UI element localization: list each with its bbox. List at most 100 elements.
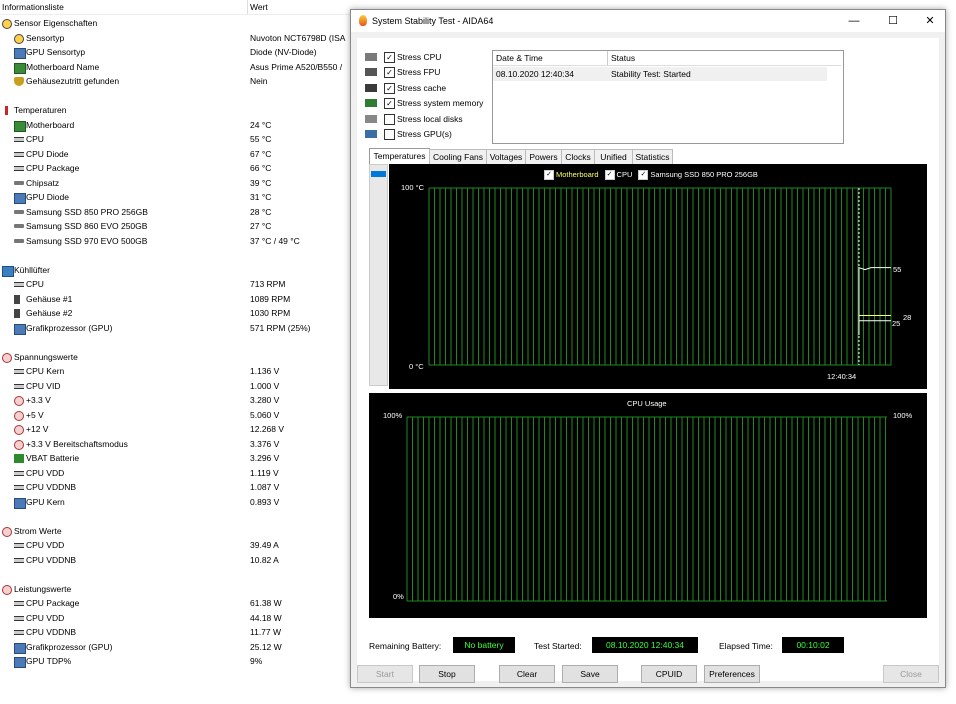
sensor-row[interactable]: GPU Kern 0.893 V [0,495,360,510]
title-bar[interactable]: System Stability Test - AIDA64 — ☐ ✕ [351,10,945,32]
stress-checkbox[interactable]: ✓ [384,67,395,79]
cpu-icon [14,557,24,563]
cpu-icon [14,615,24,621]
sensor-row[interactable]: CPU 713 RPM [0,277,360,292]
sensor-row[interactable]: VBAT Batterie 3.296 V [0,451,360,466]
status-cell-status[interactable]: Stability Test: Started [608,67,827,81]
sensor-label: GPU Sensortyp [26,47,86,57]
sensor-group-header[interactable]: Strom Werte [0,524,360,539]
sensor-label: +12 V [26,424,49,434]
tab-powers[interactable]: Powers [525,149,562,164]
sensor-row[interactable]: CPU Kern 1.136 V [0,364,360,379]
fpu-icon [365,68,377,77]
gpu-icon [14,497,26,509]
sensor-label: Sensortyp [26,32,65,43]
graph-selector-strip[interactable] [369,164,388,386]
sensor-row[interactable]: GPU Diode 31 °C [0,190,360,205]
sensor-row[interactable]: Grafikprozessor (GPU) 571 RPM (25%) [0,321,360,336]
sensor-row[interactable]: CPU Package 66 °C [0,161,360,176]
tab-unified[interactable]: Unified [594,149,633,164]
sensor-row[interactable]: +12 V 12.268 V [0,422,360,437]
sensor-value: 5.060 V [250,409,280,420]
sensor-row[interactable]: CPU Package 61.38 W [0,596,360,611]
stop-button[interactable]: Stop [419,665,475,683]
sensor-group-header[interactable]: Sensor Eigenschaften [0,16,360,31]
tab-cooling-fans[interactable]: Cooling Fans [429,149,487,164]
sensor-row[interactable]: Grafikprozessor (GPU) 25.12 W [0,640,360,655]
stress-checkbox[interactable]: ✓ [384,98,395,110]
sensor-row[interactable]: CPU VDD 44.18 W [0,611,360,626]
sensor-label: CPU Package [26,163,80,173]
tab-clocks[interactable]: Clocks [561,149,595,164]
tab-voltages[interactable]: Voltages [486,149,526,164]
stress-checkbox[interactable]: ✓ [384,82,395,94]
sensor-row[interactable]: Chipsatz 39 °C [0,176,360,191]
sensor-group-header[interactable]: Temperaturen [0,103,360,118]
status-table[interactable]: Date & Time Status 08.10.2020 12:40:34 S… [492,50,844,144]
graph-selector-highlight [371,171,386,177]
gpu-icon [14,323,26,335]
sensor-row[interactable]: GPU TDP% 9% [0,654,360,669]
sensor-row[interactable]: +5 V 5.060 V [0,408,360,423]
sensor-row[interactable]: CPU VDD 1.119 V [0,466,360,481]
sensor-row[interactable]: CPU VID 1.000 V [0,379,360,394]
sensor-row[interactable]: Gehäusezutritt gefunden Nein [0,74,360,89]
cpuid-button[interactable]: CPUID [641,665,697,683]
chipset-icon [14,180,24,185]
cpu-usage-title: CPU Usage [627,399,667,408]
status-cell-datetime[interactable]: 08.10.2020 12:40:34 [493,67,608,81]
preferences-button[interactable]: Preferences [704,665,760,683]
stress-checkbox[interactable] [384,113,395,125]
sensor-row[interactable]: Gehäuse #2 1030 RPM [0,306,360,321]
close-button[interactable]: Close [883,665,939,683]
sensor-row[interactable]: Samsung SSD 850 PRO 256GB 28 °C [0,205,360,220]
stress-option-label: Stress GPU(s) [397,129,452,139]
tab-temperatures[interactable]: Temperatures [369,148,430,165]
sensor-row[interactable]: Motherboard 24 °C [0,118,360,133]
start-button[interactable]: Start [357,665,413,683]
sensor-row[interactable]: CPU VDDNB 11.77 W [0,625,360,640]
sensor-row[interactable]: CPU Diode 67 °C [0,147,360,162]
stress-checkbox[interactable]: ✓ [384,52,395,63]
sensor-row[interactable]: Sensortyp Nuvoton NCT6798D (ISA [0,31,360,46]
status-header-datetime[interactable]: Date & Time [493,51,608,66]
clear-button[interactable]: Clear [499,665,555,683]
sensor-row[interactable]: +3.3 V Bereitschaftsmodus 3.376 V [0,437,360,452]
cpu-y-min-left: 0% [393,592,404,601]
sensor-row[interactable]: +3.3 V 3.280 V [0,393,360,408]
sensor-row[interactable]: CPU VDD 39.49 A [0,538,360,553]
sensor-group-header[interactable]: Spannungswerte [0,350,360,365]
cpu-usage-plot [406,416,887,602]
gpu-icon [14,193,26,204]
close-window-button[interactable]: ✕ [915,10,945,32]
ssd-temp-value-label: 25 [892,319,901,328]
column-divider[interactable] [247,0,248,14]
sensor-row[interactable]: Samsung SSD 970 EVO 500GB 37 °C / 49 °C [0,234,360,249]
sensor-label: Gehäuse #1 [26,293,73,304]
column-header-info[interactable]: Informationsliste [2,0,64,14]
sensor-row[interactable]: Gehäuse #1 1089 RPM [0,292,360,307]
column-header-value[interactable]: Wert [250,0,268,14]
sensor-group-header[interactable]: Kühllüfter [0,263,360,278]
sensor-row[interactable]: CPU 55 °C [0,132,360,147]
tab-statistics[interactable]: Statistics [632,149,673,164]
maximize-button[interactable]: ☐ [878,10,908,32]
sensor-label: +3.3 V [26,395,51,405]
sensor-label: Grafikprozessor (GPU) [26,641,113,652]
sensor-label: CPU VDDNB [26,482,77,492]
sensor-label: Kühllüfter [14,264,50,275]
sensor-row[interactable]: CPU VDDNB 10.82 A [0,553,360,568]
sensor-group-header[interactable]: Leistungswerte [0,582,360,597]
temperature-graph: ✓ Motherboard ✓ CPU ✓ Samsung SSD 850 PRO 256… [389,164,927,389]
sensor-row[interactable]: GPU Sensortyp Diode (NV-Diode) [0,45,360,60]
sensor-row[interactable]: CPU VDDNB 1.087 V [0,480,360,495]
minimize-button[interactable]: — [839,10,869,32]
sensor-row[interactable]: Motherboard Name Asus Prime A520/B550 / [0,60,360,75]
save-button[interactable]: Save [562,665,618,683]
stress-checkbox[interactable] [384,129,395,140]
temperature-plot [428,187,892,366]
status-header-status[interactable]: Status [608,51,841,66]
sensor-row[interactable]: Samsung SSD 860 EVO 250GB 27 °C [0,219,360,234]
temp-y-min-label: 0 °C [409,362,424,371]
sensor-label: CPU Package [26,598,80,608]
